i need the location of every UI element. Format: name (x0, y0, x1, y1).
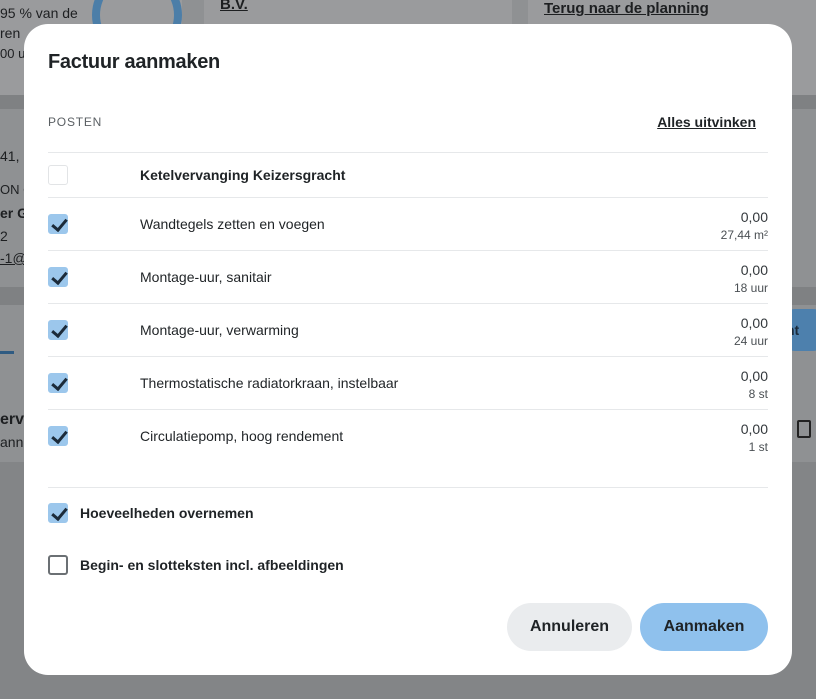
group-checkbox[interactable] (48, 165, 68, 185)
item-quantity: 18 uur (733, 281, 768, 295)
item-checkbox[interactable] (48, 426, 68, 446)
bg-text: -1@ (0, 250, 27, 266)
bg-text: erv (0, 411, 25, 428)
item-amount: 0,00 (740, 262, 768, 278)
list-item: Circulatiepomp, hoog rendement 0,00 1 st (48, 409, 768, 462)
list-divider (48, 487, 768, 488)
list-item: Wandtegels zetten en voegen 0,00 27,44 m… (48, 197, 768, 250)
item-quantity: 24 uur (733, 334, 768, 348)
item-label: Thermostatische radiatorkraan, instelbaa… (140, 375, 399, 391)
document-icon (797, 420, 811, 438)
item-amount: 0,00 (740, 209, 768, 225)
begin-end-texts-label[interactable]: Begin- en slotteksten incl. afbeeldingen (80, 557, 344, 573)
uncheck-all-link[interactable]: Alles uitvinken (657, 114, 756, 130)
cancel-button[interactable]: Annuleren (507, 603, 632, 651)
item-quantity: 27,44 m² (720, 228, 768, 242)
item-checkbox[interactable] (48, 320, 68, 340)
begin-end-texts-checkbox[interactable] (48, 555, 68, 575)
bg-link-back-to-planning: Terug naar de planning (544, 0, 709, 17)
bg-link: B.V. (220, 0, 248, 13)
take-quantities-checkbox[interactable] (48, 503, 68, 523)
item-checkbox[interactable] (48, 267, 68, 287)
bg-text: 95 % van de (0, 5, 78, 21)
group-row: Ketelvervanging Keizersgracht (48, 152, 768, 197)
list-item: Montage-uur, sanitair 0,00 18 uur (48, 250, 768, 303)
item-quantity: 8 st (748, 387, 768, 401)
invoice-create-dialog: Factuur aanmaken POSTEN Alles uitvinken … (24, 24, 792, 675)
item-checkbox[interactable] (48, 373, 68, 393)
bg-tab-indicator (0, 351, 14, 354)
dialog-title: Factuur aanmaken (48, 51, 220, 73)
item-label: Circulatiepomp, hoog rendement (140, 428, 344, 444)
item-label: Wandtegels zetten en voegen (140, 216, 325, 232)
bg-text: ren (0, 25, 21, 41)
item-amount: 0,00 (740, 368, 768, 384)
item-label: Montage-uur, sanitair (140, 269, 272, 285)
group-label: Ketelvervanging Keizersgracht (140, 167, 346, 183)
section-label-posts: POSTEN (48, 115, 103, 129)
list-item: Montage-uur, verwarming 0,00 24 uur (48, 303, 768, 356)
item-quantity: 1 st (748, 440, 768, 454)
posts-list: Ketelvervanging Keizersgracht Wandtegels… (48, 152, 768, 488)
item-amount: 0,00 (740, 421, 768, 437)
bg-text: 2 (0, 228, 8, 244)
item-label: Montage-uur, verwarming (140, 322, 299, 338)
take-quantities-label[interactable]: Hoeveelheden overnemen (80, 505, 254, 521)
item-amount: 0,00 (740, 315, 768, 331)
item-checkbox[interactable] (48, 214, 68, 234)
create-button[interactable]: Aanmaken (640, 603, 768, 651)
list-item: Thermostatische radiatorkraan, instelbaa… (48, 356, 768, 409)
